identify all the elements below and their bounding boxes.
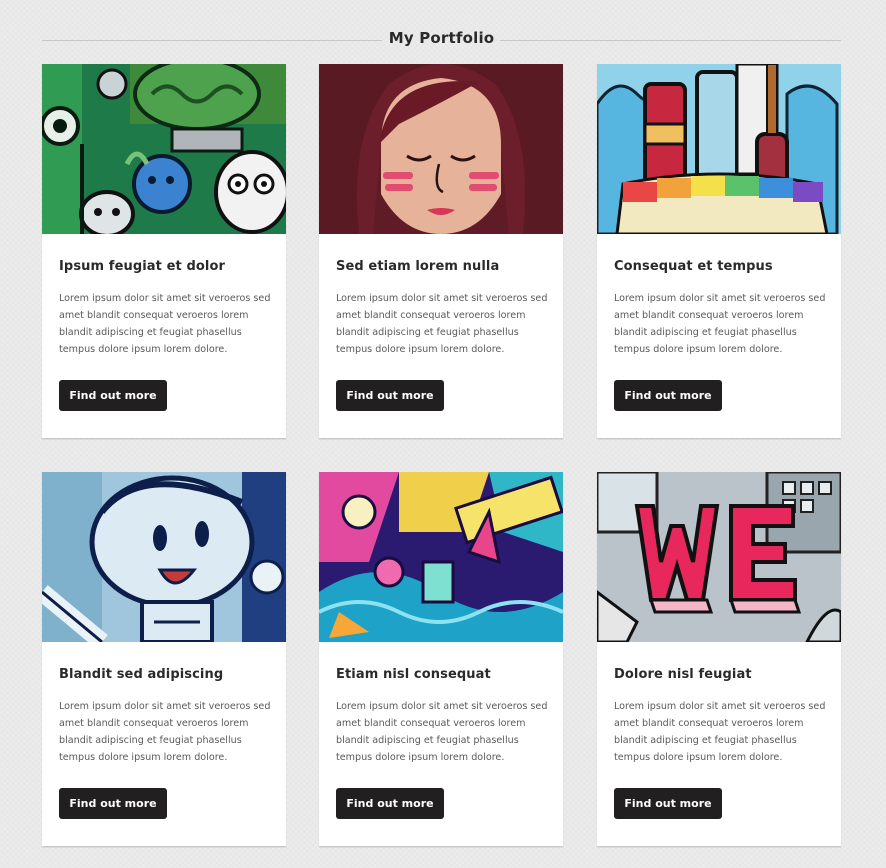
card-text: Lorem ipsum dolor sit amet sit veroeros … <box>59 701 271 763</box>
portfolio-image-monsters[interactable] <box>42 64 286 234</box>
portfolio-card: Consequat et tempus Lorem ipsum dolor si… <box>597 64 841 438</box>
find-out-more-button[interactable]: Find out more <box>614 380 722 411</box>
section-header: My Portfolio <box>42 24 841 56</box>
portfolio-image-paint[interactable] <box>597 64 841 234</box>
card-text: Lorem ipsum dolor sit amet sit veroeros … <box>59 293 271 355</box>
card-title: Blandit sed adipiscing <box>59 667 224 682</box>
card-title: Dolore nisl feugiat <box>614 667 752 682</box>
find-out-more-button[interactable]: Find out more <box>59 380 167 411</box>
portfolio-card: Dolore nisl feugiat Lorem ipsum dolor si… <box>597 472 841 846</box>
find-out-more-button[interactable]: Find out more <box>336 380 444 411</box>
find-out-more-button[interactable]: Find out more <box>59 788 167 819</box>
portfolio-card: Sed etiam lorem nulla Lorem ipsum dolor … <box>319 64 563 438</box>
card-title: Sed etiam lorem nulla <box>336 259 500 274</box>
card-text: Lorem ipsum dolor sit amet sit veroeros … <box>614 701 826 763</box>
portfolio-image-we[interactable] <box>597 472 841 642</box>
portfolio-card: Etiam nisl consequat Lorem ipsum dolor s… <box>319 472 563 846</box>
header-divider-right <box>500 40 841 41</box>
find-out-more-button[interactable]: Find out more <box>336 788 444 819</box>
card-text: Lorem ipsum dolor sit amet sit veroeros … <box>336 293 548 355</box>
portfolio-image-girl[interactable] <box>319 64 563 234</box>
card-text: Lorem ipsum dolor sit amet sit veroeros … <box>336 701 548 763</box>
portfolio-card: Blandit sed adipiscing Lorem ipsum dolor… <box>42 472 286 846</box>
portfolio-image-summer[interactable] <box>319 472 563 642</box>
card-text: Lorem ipsum dolor sit amet sit veroeros … <box>614 293 826 355</box>
card-title: Etiam nisl consequat <box>336 667 491 682</box>
card-title: Consequat et tempus <box>614 259 773 274</box>
find-out-more-button[interactable]: Find out more <box>614 788 722 819</box>
portfolio-card: Ipsum feugiat et dolor Lorem ipsum dolor… <box>42 64 286 438</box>
section-title: My Portfolio <box>388 29 495 47</box>
card-title: Ipsum feugiat et dolor <box>59 259 226 274</box>
portfolio-image-boy[interactable] <box>42 472 286 642</box>
